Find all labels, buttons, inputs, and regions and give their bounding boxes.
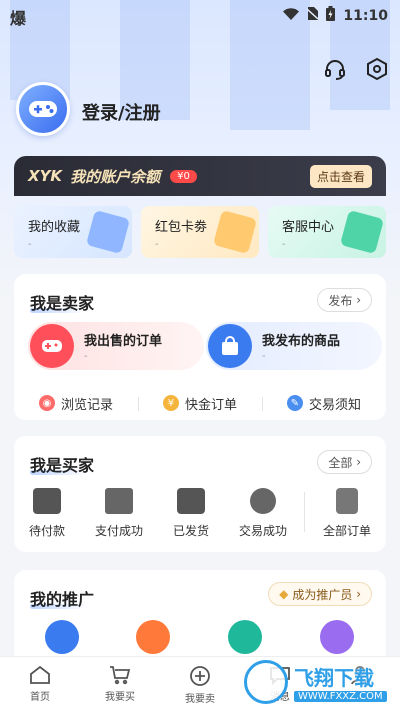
seller-links-row: ◉ 浏览记录 ¥ 快金订单 ✎ 交易须知: [14, 386, 386, 420]
avatar[interactable]: [16, 82, 70, 136]
coupons-card[interactable]: 红包卡劵 -: [141, 206, 259, 258]
tab-buy[interactable]: 我要买: [80, 657, 160, 712]
document-icon: [336, 488, 358, 514]
status-bar: 爆 11:10: [0, 0, 400, 30]
diamond-icon: ◆: [279, 587, 289, 601]
tab-buy-label: 我要买: [105, 692, 135, 703]
shopping-bag-icon: [208, 324, 252, 368]
balance-title: 我的账户余额: [70, 167, 161, 186]
customer-service-card[interactable]: 客服中心 -: [268, 206, 386, 258]
yen-circle-icon: [250, 488, 276, 514]
promo-users-icon[interactable]: [320, 620, 354, 654]
watermark-text: 飞翔下载: [294, 666, 374, 690]
yen-icon: ¥: [162, 395, 179, 411]
sold-orders-label: 我出售的订单: [84, 334, 163, 349]
become-promoter-button[interactable]: ◆ 成为推广员 ›: [268, 582, 372, 606]
game-controller-icon: [30, 324, 74, 368]
plus-circle-icon: [190, 666, 210, 686]
gamepad-icon: [29, 101, 57, 117]
balance-amount-badge: ¥0: [170, 169, 197, 183]
promo-chat-icon[interactable]: [228, 620, 262, 654]
promo-gamepad-icon[interactable]: [45, 620, 79, 654]
battery-icon: [326, 6, 336, 25]
buyer-title: 我是买家: [30, 456, 95, 475]
published-items-sub: -: [262, 351, 266, 362]
order-shipped[interactable]: 已发货: [158, 488, 224, 539]
tab-sell-label: 我要卖: [185, 694, 215, 705]
my-sold-orders-button[interactable]: 我出售的订单 -: [28, 322, 204, 370]
browse-history-label: 浏览记录: [60, 397, 113, 413]
watermark: 飞翔下载 WWW.FXXZ.COM: [244, 658, 394, 706]
pending-payment-label: 待付款: [28, 524, 65, 538]
order-paid[interactable]: 支付成功: [86, 488, 152, 539]
view-balance-button[interactable]: 点击查看: [309, 164, 372, 188]
order-all[interactable]: 全部订单: [314, 488, 380, 539]
favorites-card[interactable]: 我的收藏 -: [14, 206, 132, 258]
account-balance-bar[interactable]: XYK 我的账户余额 ¥0 点击查看: [14, 156, 386, 196]
all-label: 全部: [328, 455, 353, 470]
tab-home-label: 首页: [30, 692, 50, 703]
watermark-url: WWW.FXXZ.COM: [294, 691, 387, 702]
become-promoter-label: 成为推广员: [292, 587, 353, 602]
cart-icon: [110, 666, 131, 685]
pen-icon: ✎: [286, 395, 303, 411]
seller-title: 我是卖家: [30, 294, 95, 313]
completed-label: 交易成功: [238, 524, 287, 538]
order-completed[interactable]: 交易成功: [230, 488, 296, 539]
trade-notice-link[interactable]: ✎ 交易须知: [262, 394, 386, 413]
sold-orders-sub: -: [84, 351, 88, 362]
shipped-label: 已发货: [172, 524, 209, 538]
my-published-items-button[interactable]: 我发布的商品 -: [206, 322, 382, 370]
login-register-link[interactable]: 登录/注册: [82, 99, 161, 125]
trade-notice-label: 交易须知: [308, 397, 361, 413]
promotion-title: 我的推广: [30, 590, 95, 609]
card-icon: [105, 488, 133, 514]
quick-gold-orders-link[interactable]: ¥ 快金订单: [138, 394, 262, 413]
publish-label: 发布: [328, 293, 353, 308]
paid-label: 支付成功: [94, 524, 143, 538]
browse-history-link[interactable]: ◉ 浏览记录: [14, 394, 138, 413]
published-items-label: 我发布的商品: [262, 334, 341, 349]
headset-icon[interactable]: [322, 56, 348, 82]
publish-button[interactable]: 发布 ›: [317, 288, 372, 312]
brand-logo: XYK: [28, 167, 63, 185]
box-icon: [177, 488, 205, 514]
settings-icon[interactable]: [364, 56, 390, 82]
tab-sell[interactable]: 我要卖: [160, 657, 240, 712]
all-orders-pill[interactable]: 全部 ›: [317, 450, 372, 474]
eye-icon: ◉: [38, 395, 55, 411]
wifi-icon: [283, 7, 300, 24]
home-icon: [30, 665, 50, 684]
promo-document-icon[interactable]: [136, 620, 170, 654]
clock: 11:10: [343, 7, 388, 24]
order-pending-payment[interactable]: 待付款: [14, 488, 80, 539]
wallet-icon: [33, 488, 61, 514]
tab-home[interactable]: 首页: [0, 657, 80, 712]
all-orders-label: 全部订单: [322, 524, 371, 538]
quick-gold-orders-label: 快金订单: [184, 397, 237, 413]
no-sim-icon: [306, 7, 319, 24]
watermark-logo: [244, 660, 288, 704]
app-notification-icon: 爆: [10, 9, 27, 28]
